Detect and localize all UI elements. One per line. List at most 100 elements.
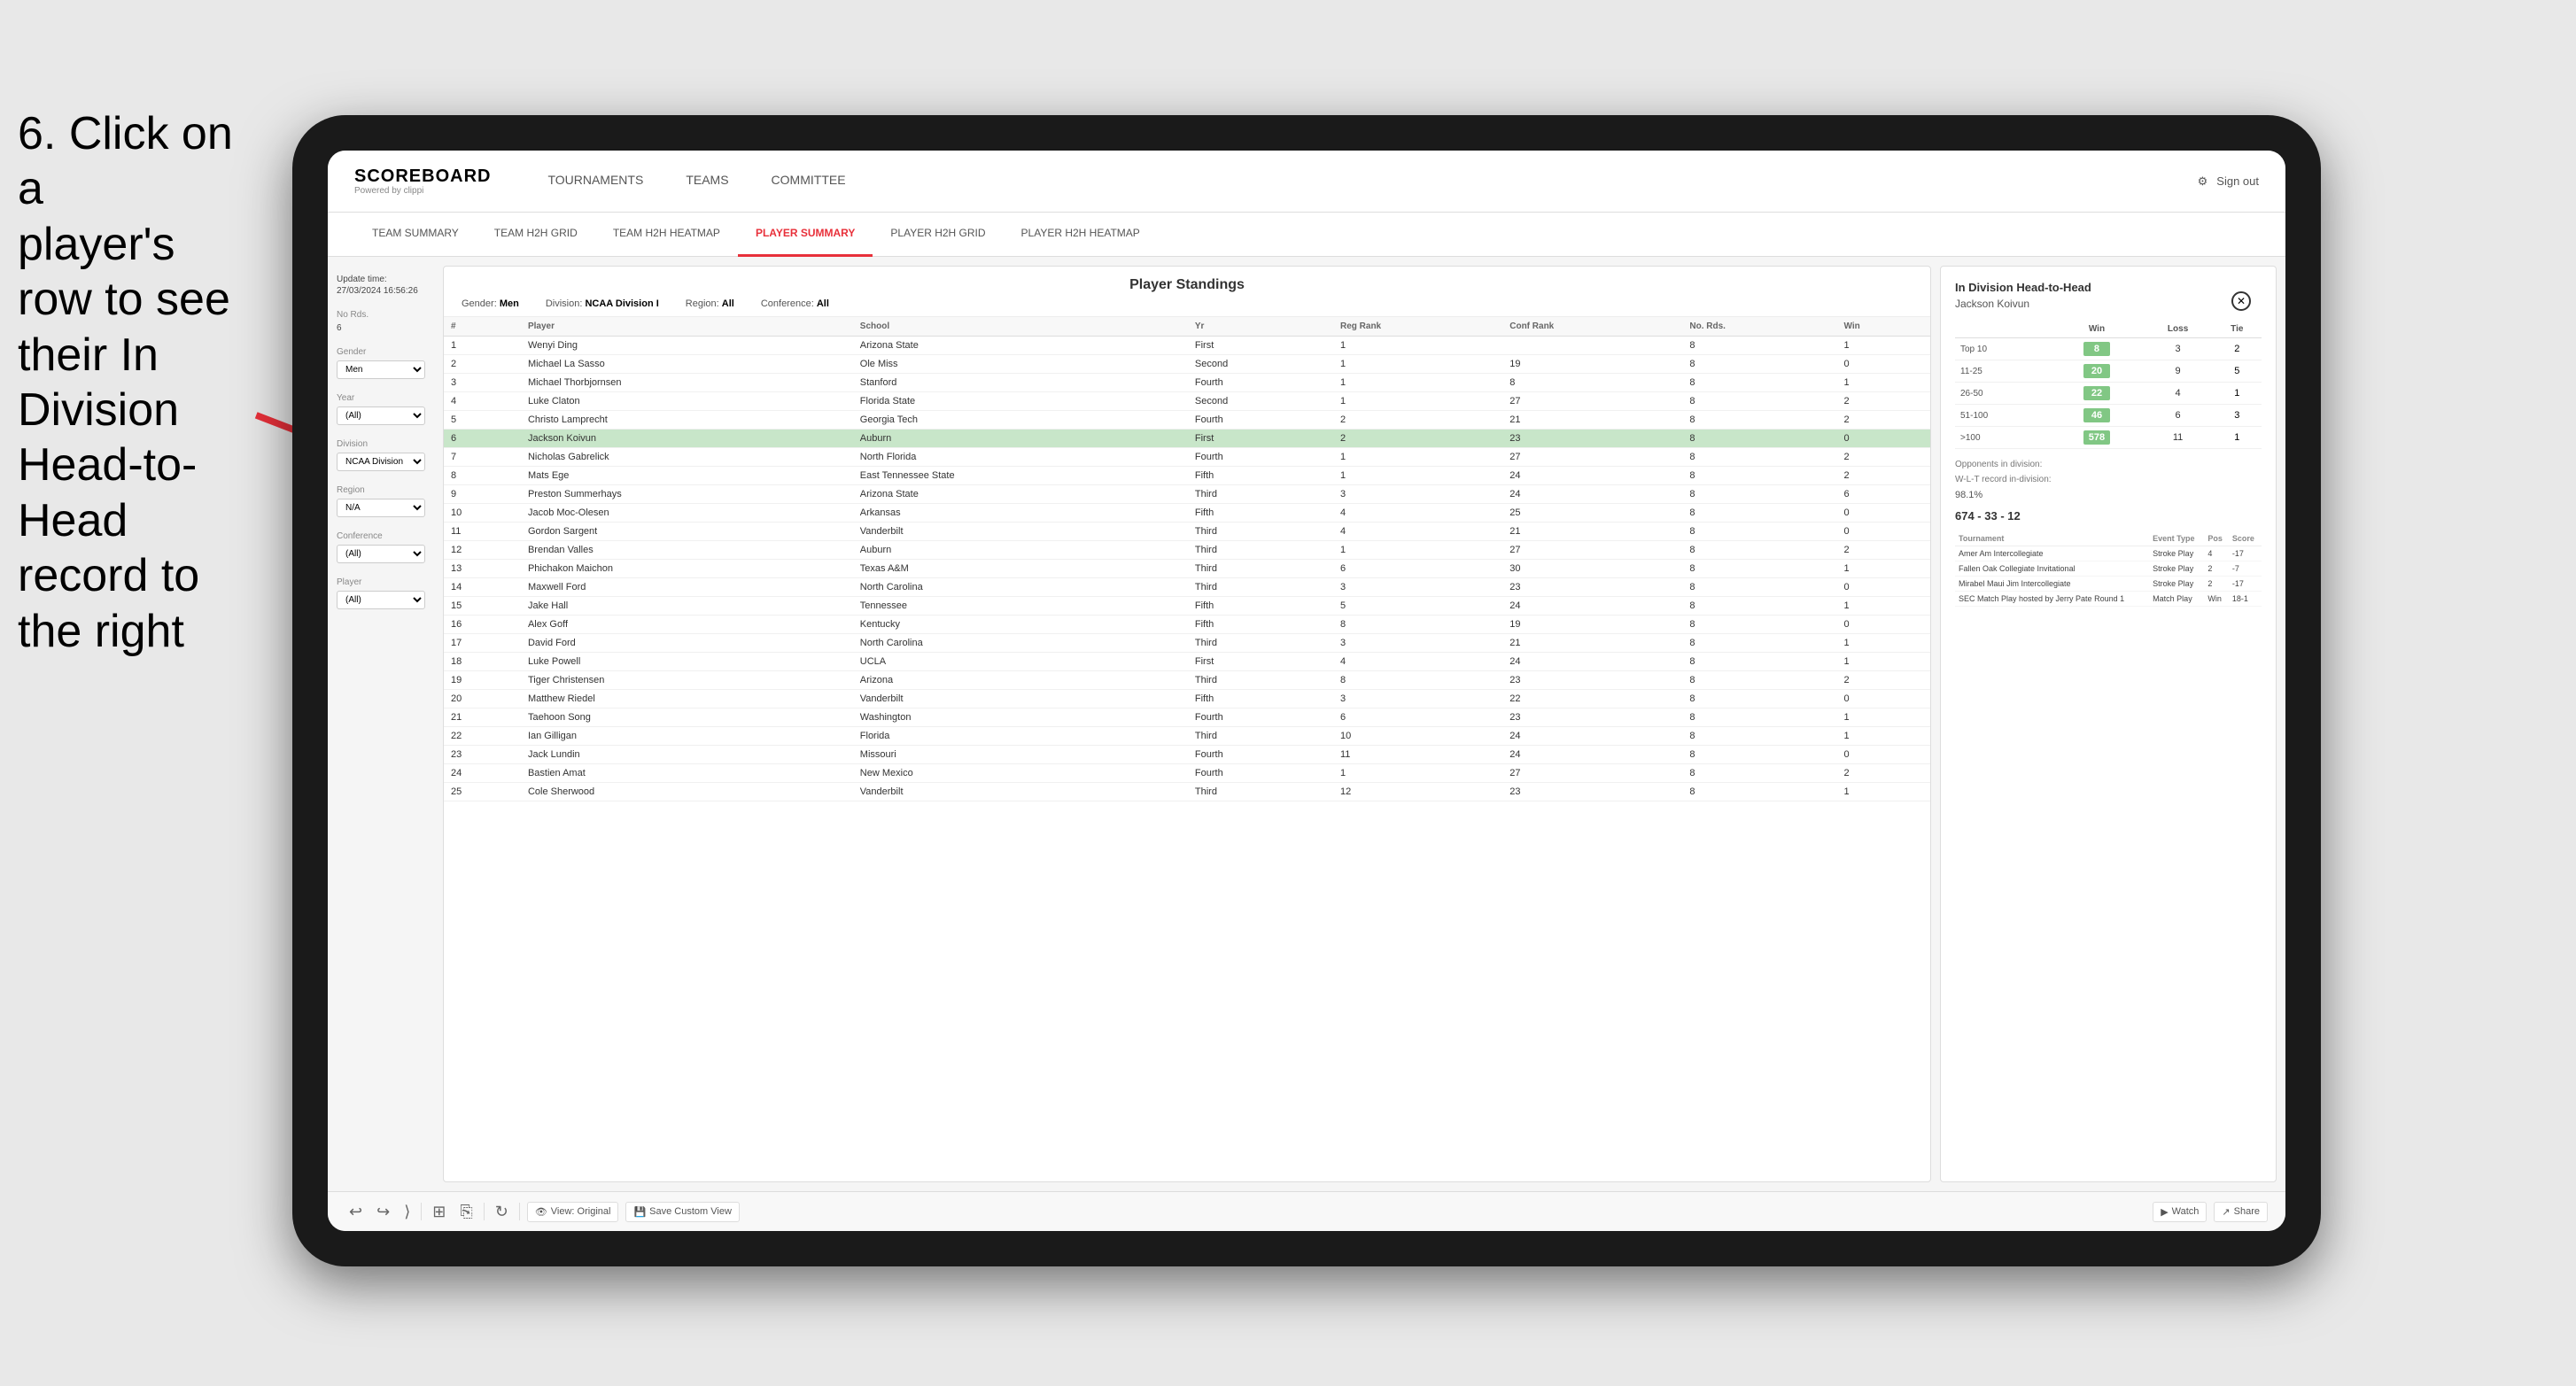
sidebar-region-select[interactable]: N/A (337, 499, 425, 517)
table-row[interactable]: 17 David Ford North Carolina Third 3 21 … (444, 634, 1930, 653)
table-row[interactable]: 2 Michael La Sasso Ole Miss Second 1 19 … (444, 355, 1930, 374)
share-label: Share (2234, 1206, 2260, 1217)
toolbar-divider-2 (484, 1203, 485, 1220)
tour-name: Mirabel Maui Jim Intercollegiate (1955, 577, 2149, 592)
forward-button[interactable]: ⟩ (400, 1199, 414, 1225)
table-row[interactable]: 24 Bastien Amat New Mexico Fourth 1 27 8… (444, 764, 1930, 783)
sign-out-link[interactable]: Sign out (2216, 174, 2259, 188)
h2h-close-button[interactable]: ✕ (2231, 291, 2251, 311)
copy-button[interactable]: ⊞ (429, 1199, 449, 1225)
cell-conf: 24 (1502, 467, 1682, 485)
cell-player: David Ford (521, 634, 853, 653)
tab-team-summary[interactable]: TEAM SUMMARY (354, 213, 477, 257)
refresh-button[interactable]: ↻ (492, 1199, 512, 1225)
table-row[interactable]: 12 Brendan Valles Auburn Third 1 27 8 2 (444, 541, 1930, 560)
table-row[interactable]: 13 Phichakon Maichon Texas A&M Third 6 3… (444, 560, 1930, 578)
table-row[interactable]: 23 Jack Lundin Missouri Fourth 11 24 8 0 (444, 746, 1930, 764)
tablet-frame: SCOREBOARD Powered by clippi TOURNAMENTS… (292, 115, 2321, 1266)
cell-reg: 6 (1333, 560, 1502, 578)
table-row[interactable]: 21 Taehoon Song Washington Fourth 6 23 8… (444, 708, 1930, 727)
tour-type: Stroke Play (2149, 577, 2204, 592)
sidebar-no-rds-val: 6 (337, 323, 425, 333)
standings-title: Player Standings (462, 277, 1913, 293)
tab-team-h2h-grid[interactable]: TEAM H2H GRID (477, 213, 595, 257)
h2h-col-loss: Loss (2144, 321, 2213, 338)
h2h-tour-col-type: Event Type (2149, 531, 2204, 546)
sidebar-update: Update time: 27/03/2024 16:56:26 (337, 275, 425, 296)
cell-reg: 4 (1333, 653, 1502, 671)
table-row[interactable]: 16 Alex Goff Kentucky Fifth 8 19 8 0 (444, 616, 1930, 634)
table-row[interactable]: 3 Michael Thorbjornsen Stanford Fourth 1… (444, 374, 1930, 392)
save-custom-button[interactable]: 💾 Save Custom View (625, 1202, 739, 1222)
h2h-grid-row: 51-100 46 6 3 (1955, 405, 2262, 427)
h2h-loss-cell: 9 (2144, 360, 2213, 383)
share-button[interactable]: ↗ Share (2214, 1202, 2268, 1222)
sidebar-conference-select[interactable]: (All) (337, 545, 425, 563)
view-original-button[interactable]: 👁 View: Original (527, 1202, 619, 1222)
cell-conf (1502, 337, 1682, 355)
tab-player-h2h-heatmap[interactable]: PLAYER H2H HEATMAP (1004, 213, 1158, 257)
table-row[interactable]: 18 Luke Powell UCLA First 4 24 8 1 (444, 653, 1930, 671)
cell-num: 12 (444, 541, 521, 560)
tour-pos: 4 (2204, 546, 2229, 561)
table-row[interactable]: 9 Preston Summerhays Arizona State Third… (444, 485, 1930, 504)
table-row[interactable]: 6 Jackson Koivun Auburn First 2 23 8 0 (444, 430, 1930, 448)
cell-school: Vanderbilt (853, 690, 1188, 708)
tab-player-summary[interactable]: PLAYER SUMMARY (738, 213, 873, 257)
cell-player: Jacob Moc-Olesen (521, 504, 853, 523)
watch-button[interactable]: ▶ Watch (2153, 1202, 2207, 1222)
cell-player: Matthew Riedel (521, 690, 853, 708)
table-row[interactable]: 14 Maxwell Ford North Carolina Third 3 2… (444, 578, 1930, 597)
watch-label: Watch (2172, 1206, 2200, 1217)
table-row[interactable]: 7 Nicholas Gabrelick North Florida Fourt… (444, 448, 1930, 467)
table-row[interactable]: 22 Ian Gilligan Florida Third 10 24 8 1 (444, 727, 1930, 746)
paste-button[interactable]: ⎘ (456, 1199, 476, 1225)
table-row[interactable]: 11 Gordon Sargent Vanderbilt Third 4 21 … (444, 523, 1930, 541)
cell-player: Brendan Valles (521, 541, 853, 560)
cell-yr: First (1188, 337, 1333, 355)
undo-button[interactable]: ↩ (345, 1199, 366, 1225)
table-wrapper: # Player School Yr Reg Rank Conf Rank No… (444, 317, 1930, 1181)
cell-conf: 23 (1502, 578, 1682, 597)
col-num: # (444, 317, 521, 337)
cell-reg: 10 (1333, 727, 1502, 746)
nav-committee[interactable]: COMMITTEE (750, 151, 867, 213)
table-row[interactable]: 10 Jacob Moc-Olesen Arkansas Fifth 4 25 … (444, 504, 1930, 523)
tour-score: -7 (2229, 561, 2262, 577)
cell-rds: 8 (1682, 560, 1836, 578)
cell-conf: 27 (1502, 764, 1682, 783)
table-row[interactable]: 20 Matthew Riedel Vanderbilt Fifth 3 22 … (444, 690, 1930, 708)
table-row[interactable]: 1 Wenyi Ding Arizona State First 1 8 1 (444, 337, 1930, 355)
nav-teams[interactable]: TEAMS (664, 151, 749, 213)
table-row[interactable]: 25 Cole Sherwood Vanderbilt Third 12 23 … (444, 783, 1930, 801)
cell-yr: Third (1188, 727, 1333, 746)
cell-conf: 19 (1502, 616, 1682, 634)
sidebar-player-select[interactable]: (All) (337, 591, 425, 609)
sub-nav: TEAM SUMMARY TEAM H2H GRID TEAM H2H HEAT… (328, 213, 2285, 257)
cell-conf: 23 (1502, 430, 1682, 448)
cell-player: Luke Powell (521, 653, 853, 671)
h2h-loss-cell: 6 (2144, 405, 2213, 427)
table-row[interactable]: 4 Luke Claton Florida State Second 1 27 … (444, 392, 1930, 411)
tab-team-h2h-heatmap[interactable]: TEAM H2H HEATMAP (595, 213, 738, 257)
table-row[interactable]: 15 Jake Hall Tennessee Fifth 5 24 8 1 (444, 597, 1930, 616)
cell-num: 23 (444, 746, 521, 764)
cell-num: 25 (444, 783, 521, 801)
sidebar-year-select[interactable]: (All) (337, 407, 425, 425)
table-row[interactable]: 19 Tiger Christensen Arizona Third 8 23 … (444, 671, 1930, 690)
cell-player: Nicholas Gabrelick (521, 448, 853, 467)
tab-player-h2h-grid[interactable]: PLAYER H2H GRID (873, 213, 1003, 257)
cell-yr: Second (1188, 355, 1333, 374)
sidebar-gender-select[interactable]: Men (337, 360, 425, 379)
cell-yr: Third (1188, 485, 1333, 504)
sidebar-division-select[interactable]: NCAA Division I (337, 453, 425, 471)
cell-yr: Fourth (1188, 411, 1333, 430)
share-icon: ↗ (2222, 1206, 2230, 1218)
nav-tournaments[interactable]: TOURNAMENTS (526, 151, 664, 213)
table-row[interactable]: 8 Mats Ege East Tennessee State Fifth 1 … (444, 467, 1930, 485)
redo-button[interactable]: ↪ (373, 1199, 393, 1225)
sidebar-year-label: Year (337, 393, 425, 403)
cell-player: Ian Gilligan (521, 727, 853, 746)
cell-conf: 24 (1502, 653, 1682, 671)
table-row[interactable]: 5 Christo Lamprecht Georgia Tech Fourth … (444, 411, 1930, 430)
